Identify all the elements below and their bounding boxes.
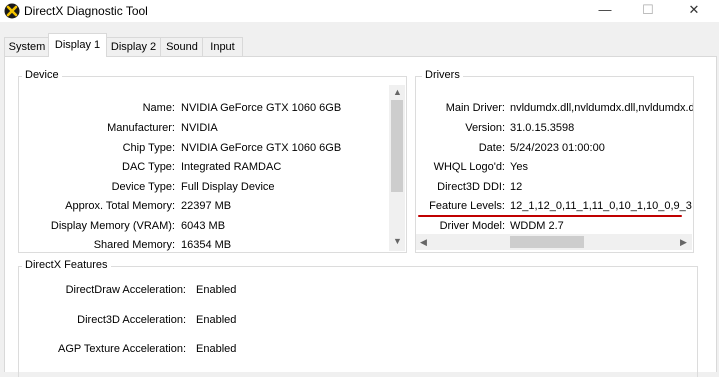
directdraw-value: Enabled [196,284,237,296]
device-scroll-thumb[interactable] [391,100,403,192]
device-name-label: Name: [142,102,175,114]
device-list[interactable]: Name: NVIDIA GeForce GTX 1060 6GB Manufa… [19,77,389,252]
directx-app-icon [4,3,20,19]
total-memory-value: 22397 MB [181,200,232,212]
date-value: 5/24/2023 01:00:00 [510,142,605,154]
chip-type-label: Chip Type: [122,142,175,154]
chip-type-value: NVIDIA GeForce GTX 1060 6GB [181,142,342,154]
red-underline-annotation [418,215,682,217]
tab-display-2[interactable]: Display 2 [105,37,162,56]
total-memory-label: Approx. Total Memory: [65,200,175,212]
directx-features-title: DirectX Features [22,259,111,271]
device-vertical-scrollbar[interactable]: ▲ ▼ [389,85,405,251]
title-bar: DirectX Diagnostic Tool — ☐ ✕ [0,0,719,22]
version-label: Version: [465,122,505,134]
version-value: 31.0.15.3598 [510,122,575,134]
d3d-ddi-label: Direct3D DDI: [437,181,505,193]
driver-model-label: Driver Model: [439,220,505,232]
feature-levels-label: Feature Levels: [429,200,505,212]
display-panel: Device Name: NVIDIA GeForce GTX 1060 6GB… [4,56,717,377]
dac-type-label: DAC Type: [122,161,175,173]
drivers-group: Drivers Main Driver: nvldumdx.dll,nvldum… [415,69,694,253]
agp-label: AGP Texture Acceleration: [58,343,186,355]
drivers-scroll-thumb[interactable] [510,236,584,248]
minimize-button[interactable]: — [582,0,628,22]
feature-levels-value: 12_1,12_0,11_1,11_0,10_1,10_0,9_3 [510,200,692,212]
direct3d-label: Direct3D Acceleration: [77,314,186,326]
manufacturer-value: NVIDIA [181,122,218,134]
maximize-button[interactable]: ☐ [625,0,671,22]
tab-input[interactable]: Input [202,37,243,56]
tab-display-1[interactable]: Display 1 [48,33,107,57]
agp-value: Enabled [196,343,237,355]
date-label: Date: [478,142,505,154]
scroll-down-arrow-icon[interactable]: ▼ [393,236,402,246]
shared-memory-label: Shared Memory: [93,239,175,251]
device-group: Device Name: NVIDIA GeForce GTX 1060 6GB… [18,69,407,253]
device-name-value: NVIDIA GeForce GTX 1060 6GB [181,102,342,114]
whql-value: Yes [510,161,528,173]
tab-strip: System Display 1 Display 2 Sound Input [0,31,719,57]
drivers-list[interactable]: Main Driver: nvldumdx.dll,nvldumdx.dll,n… [416,77,693,233]
directdraw-label: DirectDraw Acceleration: [65,284,186,296]
vram-label: Display Memory (VRAM): [50,220,175,232]
vram-value: 6043 MB [181,220,226,232]
window-title: DirectX Diagnostic Tool [24,4,148,18]
direct3d-value: Enabled [196,314,237,326]
device-type-label: Device Type: [111,181,175,193]
d3d-ddi-value: 12 [510,181,523,193]
scroll-up-arrow-icon[interactable]: ▲ [393,87,402,97]
close-button[interactable]: ✕ [671,0,717,22]
driver-model-value: WDDM 2.7 [510,220,564,232]
directx-features-group: DirectX Features DirectDraw Acceleration… [18,259,698,377]
main-driver-value: nvldumdx.dll,nvldumdx.dll,nvldumdx.dl [510,102,693,114]
main-driver-label: Main Driver: [445,102,505,114]
tab-system[interactable]: System [4,37,50,56]
shared-memory-value: 16354 MB [181,239,232,251]
drivers-horizontal-scrollbar[interactable]: ◀ ▶ [416,234,692,250]
scroll-right-arrow-icon[interactable]: ▶ [680,237,687,248]
dac-type-value: Integrated RAMDAC [181,161,282,173]
device-type-value: Full Display Device [181,181,275,193]
tab-sound[interactable]: Sound [160,37,204,56]
whql-label: WHQL Logo'd: [433,161,505,173]
manufacturer-label: Manufacturer: [107,122,175,134]
scroll-left-arrow-icon[interactable]: ◀ [420,237,427,248]
